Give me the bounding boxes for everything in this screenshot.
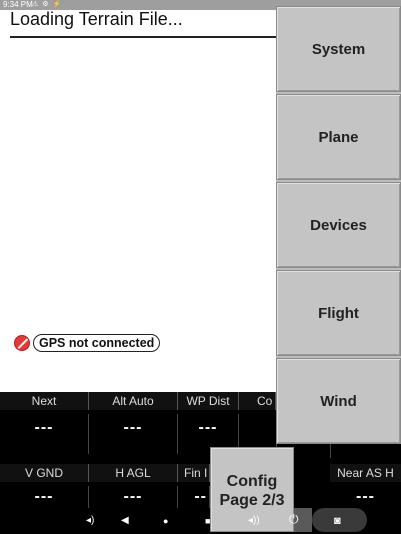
panel-label-wp-dist: WP Dist [178, 392, 239, 410]
config-menu: System Plane Devices Flight Wind [276, 6, 401, 444]
menu-button-wind[interactable]: Wind [276, 358, 401, 444]
panel-label-h-agl: H AGL [89, 464, 178, 482]
back-icon[interactable]: ◀ [121, 514, 129, 528]
title-underline [10, 36, 280, 38]
panel-value-h-agl[interactable]: --- [89, 486, 178, 508]
recents-icon[interactable]: ■ [205, 514, 210, 528]
panel-label-alt-auto: Alt Auto [89, 392, 178, 410]
panel-value-fin[interactable]: -- [178, 486, 210, 508]
panel-value-alt-auto[interactable]: --- [89, 414, 178, 454]
panel-label-near-as-h: Near AS H [330, 464, 401, 482]
volume-up-icon[interactable]: ◂)) [248, 514, 260, 528]
menu-button-devices[interactable]: Devices [276, 182, 401, 268]
power-icon[interactable]: ⏻ [289, 512, 299, 526]
menu-button-plane[interactable]: Plane [276, 94, 401, 180]
volume-down-icon[interactable]: ◂) [86, 514, 94, 528]
gps-off-icon [14, 335, 30, 351]
panel-value-next[interactable]: --- [0, 414, 89, 454]
panel-value-blank[interactable] [330, 444, 401, 458]
menu-label-flight: Flight [318, 304, 359, 322]
panel-label-v-gnd: V GND [0, 464, 89, 482]
gps-status: GPS not connected [14, 333, 161, 353]
panel-value-near-as-h[interactable]: --- [330, 486, 401, 508]
config-label: Config [226, 473, 278, 490]
home-icon[interactable]: ● [163, 514, 168, 528]
menu-button-flight[interactable]: Flight [276, 270, 401, 356]
menu-label-plane: Plane [318, 128, 359, 146]
panel-label-next: Next [0, 392, 89, 410]
menu-button-system[interactable]: System [276, 6, 401, 92]
loading-terrain-label: Loading Terrain File... [10, 9, 183, 29]
menu-label-devices: Devices [310, 216, 367, 234]
panel-value-v-gnd[interactable]: --- [0, 486, 89, 508]
menu-label-system: System [311, 40, 366, 58]
panel-label-course: Co [239, 392, 276, 410]
panel-label-fin: Fin I [178, 464, 210, 482]
screenshot-icon[interactable]: ◙ [334, 514, 341, 528]
nav-bar: ◂) ◀ ● ■ ◂)) ⏻ ◙ [0, 508, 401, 534]
menu-label-wind: Wind [320, 392, 357, 410]
gps-status-label: GPS not connected [33, 334, 161, 352]
